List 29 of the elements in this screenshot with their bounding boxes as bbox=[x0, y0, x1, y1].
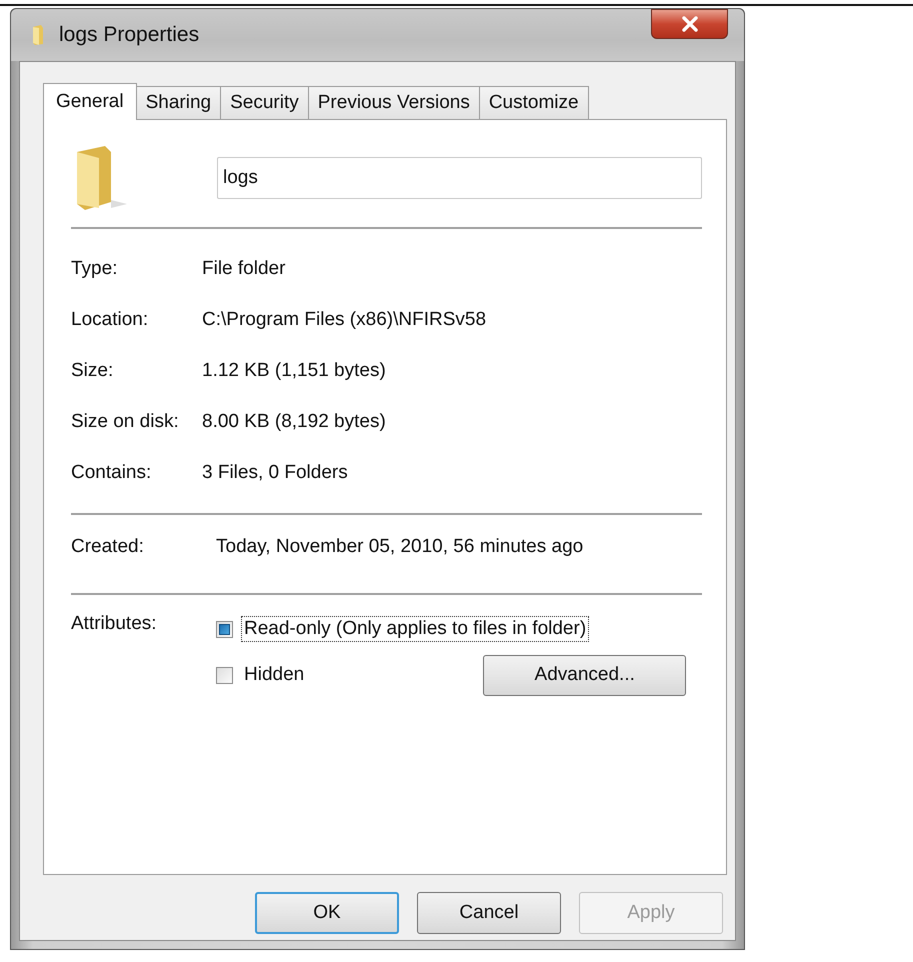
property-value: 1.12 KB (1,151 bytes) bbox=[202, 360, 386, 382]
property-value: 3 Files, 0 Folders bbox=[202, 462, 348, 484]
property-value: Today, November 05, 2010, 56 minutes ago bbox=[216, 536, 584, 558]
checkbox-label[interactable]: Hidden bbox=[241, 662, 308, 688]
close-button[interactable] bbox=[651, 9, 728, 39]
property-value: File folder bbox=[202, 258, 286, 280]
property-label: Attributes: bbox=[71, 613, 158, 636]
property-value: C:\Program Files (x86)\NFIRSv58 bbox=[202, 308, 486, 330]
property-label: Created: bbox=[71, 536, 145, 558]
name-field[interactable]: logs bbox=[217, 157, 702, 199]
tab[interactable]: General bbox=[43, 83, 137, 120]
checkbox[interactable] bbox=[216, 620, 233, 638]
property-label: Size on disk: bbox=[71, 410, 180, 432]
tab[interactable]: Security bbox=[220, 86, 309, 119]
advanced-button[interactable]: Advanced... bbox=[483, 654, 686, 696]
close-icon bbox=[680, 16, 700, 32]
checkbox[interactable] bbox=[216, 666, 233, 684]
checkbox-label[interactable]: Read-only (Only applies to files in folder) bbox=[241, 616, 590, 642]
tab[interactable]: Sharing bbox=[136, 86, 222, 119]
property-label: Location: bbox=[71, 308, 150, 330]
property-value: 8.00 KB (8,192 bytes) bbox=[202, 410, 386, 432]
property-label: Size: bbox=[71, 360, 114, 382]
dialog-button[interactable]: OK bbox=[255, 892, 399, 934]
tab[interactable]: Customize bbox=[478, 86, 589, 119]
tab[interactable]: Previous Versions bbox=[308, 86, 480, 119]
property-label: Contains: bbox=[71, 462, 152, 484]
dialog-button[interactable]: Cancel bbox=[417, 892, 561, 934]
property-label: Type: bbox=[71, 258, 118, 280]
window-title: logs Properties bbox=[59, 23, 200, 47]
